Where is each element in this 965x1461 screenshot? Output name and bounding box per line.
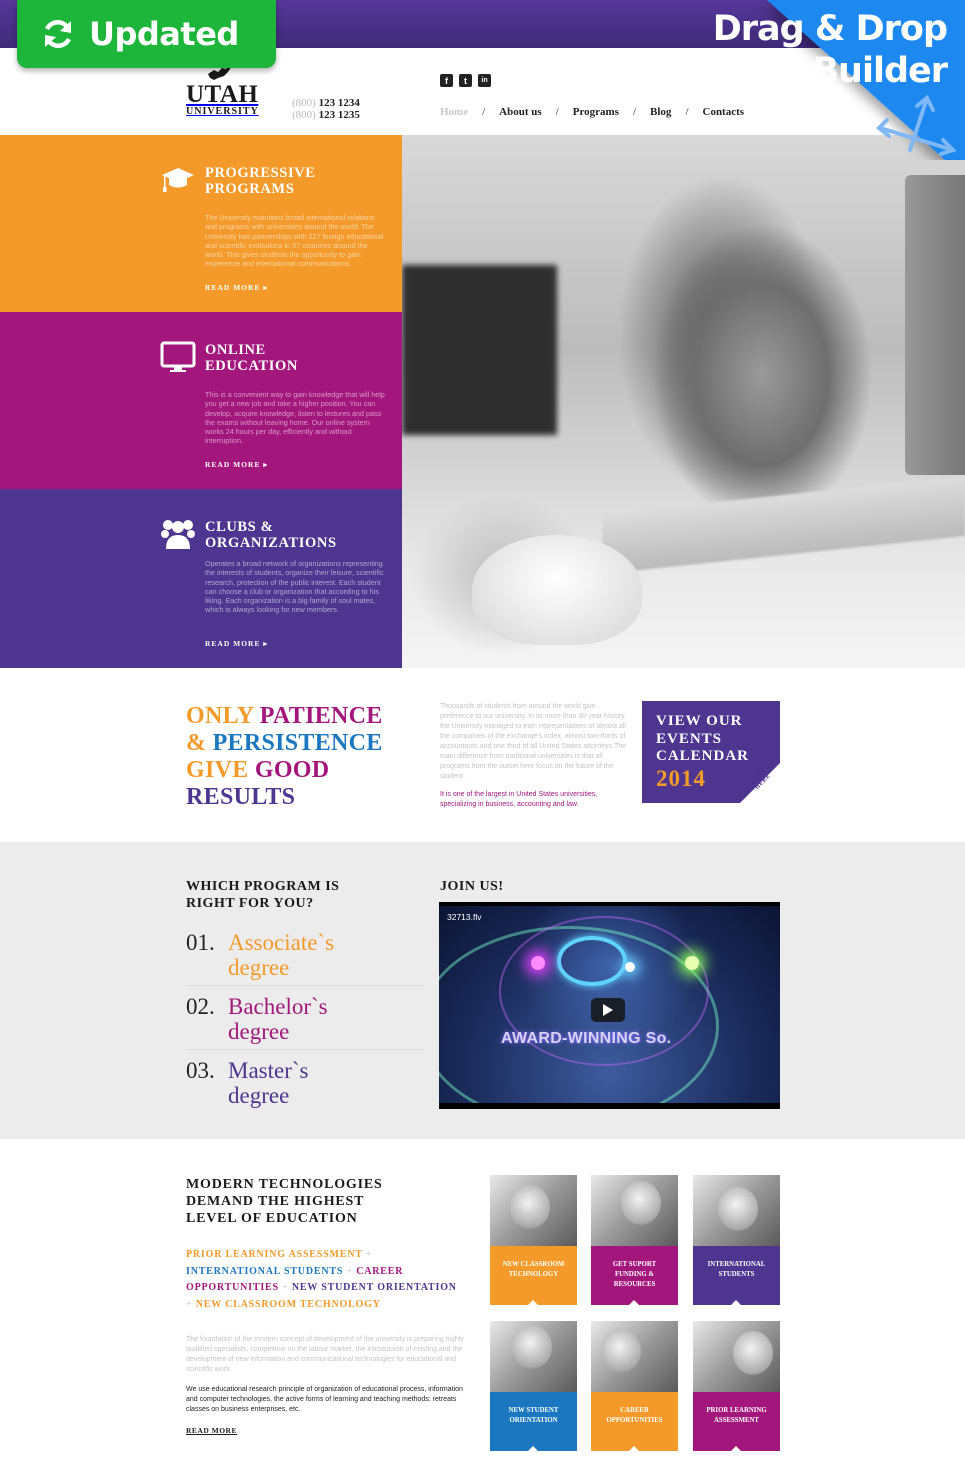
phone-numbers: (800) 123 1234 (800) 123 1235 [292,97,360,121]
nav-separator: / [555,106,559,118]
feature-tile[interactable]: PRIOR LEARNING ASSESSMENT [693,1321,780,1451]
phone-2: (800) 123 1235 [292,109,360,121]
motto-word: GOOD [254,757,330,783]
tile-photo [693,1321,780,1392]
about-highlight: It is one of the largest in United State… [440,791,598,808]
tag-link[interactable]: NEW CLASSROOM TECHNOLOGY [196,1299,381,1310]
hero-section: PROGRESSIVE PROGRAMS The University maint… [0,135,965,668]
tile-photo [591,1175,678,1246]
feature-tile[interactable]: GET SUPORT FUNDING & RESOURCES [591,1175,678,1305]
feature-tile[interactable]: NEW STUDENT ORIENTATION [490,1321,577,1451]
logo-subtitle: UNIVERSITY [186,106,259,117]
social-links: f t in [440,74,491,87]
modern-paragraph-1: The foundation of the modern concept of … [186,1336,464,1373]
panel-progressive-programs: PROGRESSIVE PROGRAMS The University maint… [0,135,402,312]
video-filename: 32713.flv [447,912,482,922]
tile-label: GET SUPORT FUNDING & RESOURCES [591,1246,678,1305]
read-more-link[interactable]: READ MORE ▸ [205,283,268,292]
tile-label: CAREER OPPORTUNITIES [591,1392,678,1451]
builder-banner-text: Drag & Drop Builder [712,9,948,91]
motto-word: PATIENCE [259,703,383,729]
modern-title: MODERN TECHNOLOGIES DEMAND THE HIGHEST LEV… [186,1177,383,1226]
modern-paragraph-2: We use educational research principle of… [186,1386,463,1413]
tag-separator: + [362,1249,373,1260]
group-icon [161,520,195,549]
feature-tile[interactable]: INTERNATIONAL STUDENTS [693,1175,780,1305]
about-text: Thousands of students from around the wo… [440,703,627,780]
motto-word: GIVE [186,757,255,783]
tag-links: PRIOR LEARNING ASSESSMENT + INTERNATIONA… [186,1247,466,1313]
panel-text: This is a convenient way to gain knowled… [205,390,385,446]
linkedin-icon[interactable]: in [478,74,491,87]
read-more-link[interactable]: READ MORE [186,1426,237,1435]
hero-photo-student-at-computer [402,135,965,668]
divider [186,1049,424,1050]
motto-word: & [186,730,213,756]
tile-photo [591,1321,678,1392]
about-text-block: Thousands of students from around the wo… [440,702,628,810]
tag-link[interactable]: INTERNATIONAL STUDENTS [186,1266,343,1277]
panel-title: ONLINE EDUCATION [205,342,298,374]
tag-link[interactable]: PRIOR LEARNING ASSESSMENT [186,1249,363,1260]
panel-text: Operates a broad network of organization… [205,559,384,615]
nav-home[interactable]: Home [440,106,468,118]
twitter-icon[interactable]: t [459,74,472,87]
events-year: 2014 [656,765,706,791]
phone-1: (800) 123 1234 [292,97,360,109]
video-title: JOIN US! [440,879,504,894]
panel-clubs-organizations: CLUBS & ORGANIZATIONS Operates a broad ne… [0,489,402,668]
feature-tile[interactable]: NEW CLASSROOM TECHNOLOGY [490,1175,577,1305]
tag-separator: + [343,1265,357,1277]
tag-separator: + [278,1282,292,1293]
tile-photo [490,1321,577,1392]
video-player[interactable]: 32713.flv AWARD-WINNING So. [439,902,780,1109]
facebook-icon[interactable]: f [440,74,453,87]
events-calendar-button[interactable]: VIEW OUR EVENTS CALENDAR 2014 CLICK HERE [642,701,780,803]
motto-heading: ONLY PATIENCE & PERSISTENCE GIVE GOOD RESUL… [186,703,383,811]
tile-label: PRIOR LEARNING ASSESSMENT [693,1392,780,1451]
motto-word: PERSISTENCE [212,730,383,756]
refresh-icon [44,20,72,48]
tag-separator: + [186,1298,196,1310]
nav-separator: / [482,106,486,118]
panel-title: PROGRESSIVE PROGRAMS [205,165,316,197]
updated-label: Updated [89,15,239,53]
play-icon [603,1004,613,1016]
motto-word: RESULTS [186,784,296,810]
panel-title: CLUBS & ORGANIZATIONS [205,519,337,551]
tile-label: NEW CLASSROOM TECHNOLOGY [490,1246,577,1305]
programs-title: WHICH PROGRAM IS RIGHT FOR YOU? [186,879,340,911]
updated-badge: Updated [17,0,276,68]
tile-photo [693,1175,780,1246]
play-button[interactable] [591,998,625,1022]
logo-title: UTAH [186,81,259,108]
monitor-icon [160,341,196,372]
nav-about-us[interactable]: About us [499,106,542,118]
motto-word: ONLY [186,703,260,729]
events-text: VIEW OUR EVENTS CALENDAR 2014 [656,713,750,791]
tag-link[interactable]: NEW STUDENT ORIENTATION [292,1282,457,1293]
panel-text: The University maintains broad internati… [205,213,384,269]
tile-label: INTERNATIONAL STUDENTS [693,1246,780,1305]
divider [186,985,424,986]
read-more-link[interactable]: READ MORE ▸ [205,460,268,469]
graduation-cap-icon [162,168,194,192]
read-more-link[interactable]: READ MORE ▸ [205,639,268,648]
tile-label: NEW STUDENT ORIENTATION [490,1392,577,1451]
panel-online-education: ONLINE EDUCATION This is a convenient way… [0,312,402,489]
feature-tile[interactable]: CAREER OPPORTUNITIES [591,1321,678,1451]
video-overlay-text: AWARD-WINNING So. [501,1030,672,1047]
tile-photo [490,1175,577,1246]
